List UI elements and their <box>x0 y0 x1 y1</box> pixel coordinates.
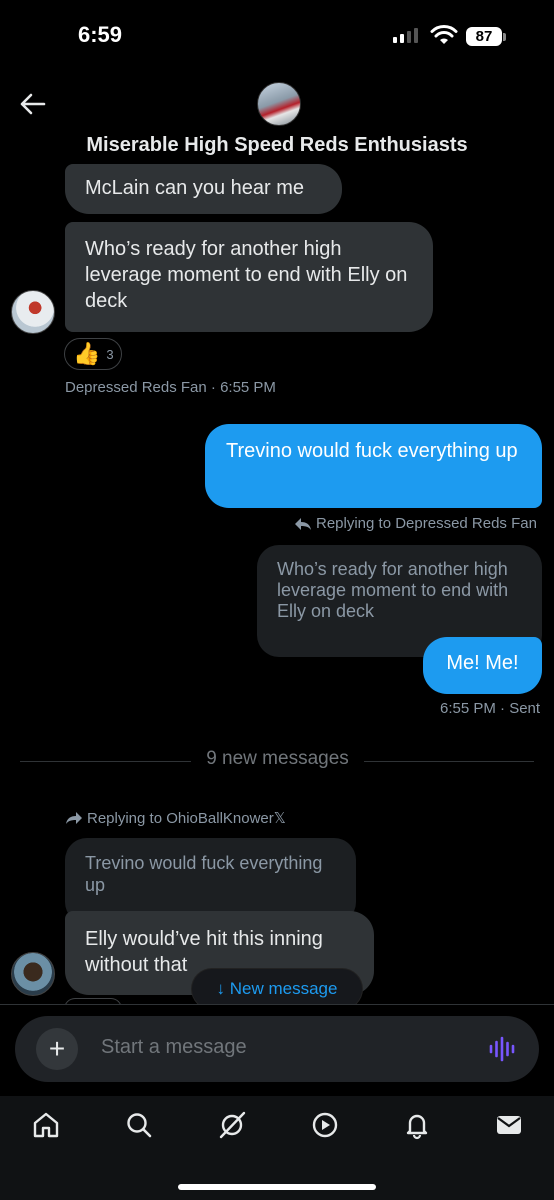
conversation-title[interactable]: Miserable High Speed Reds Enthusiasts <box>0 134 554 157</box>
wifi-icon <box>430 25 458 44</box>
reaction-badge[interactable]: 👍 3 <box>64 338 122 370</box>
new-messages-divider: 9 new messages <box>206 748 349 769</box>
divider-line <box>20 761 191 762</box>
reply-context: Replying to OhioBallKnower𝕏 <box>65 809 286 827</box>
new-message-button[interactable]: ↓ New message <box>192 969 362 1009</box>
notifications-icon[interactable] <box>400 1108 434 1142</box>
message-input[interactable]: Start a message <box>101 1036 247 1059</box>
reply-label: Replying to OhioBallKnower𝕏 <box>87 810 286 827</box>
cellular-signal-icon <box>393 28 418 43</box>
messages-icon[interactable] <box>492 1108 526 1142</box>
reply-icon <box>295 517 311 530</box>
message-meta: 6:55 PM · Sent <box>440 700 541 717</box>
battery-icon: 87 <box>466 27 502 46</box>
grok-icon[interactable] <box>215 1108 249 1142</box>
reaction-count: 3 <box>106 346 114 362</box>
thumbs-up-emoji: 👍 <box>73 341 101 366</box>
group-avatar[interactable] <box>257 82 301 126</box>
status-time: 6:59 <box>78 22 123 47</box>
sent-message-bubble[interactable]: Me! Me! <box>423 637 542 694</box>
message-bubble[interactable]: Who’s ready for another high leverage mo… <box>65 222 433 332</box>
reply-label: Replying to Depressed Reds Fan <box>316 515 537 532</box>
home-indicator <box>178 1184 376 1190</box>
back-arrow-icon[interactable] <box>18 92 46 116</box>
sent-message-bubble[interactable]: Trevino would fuck everything up <box>205 424 542 508</box>
reply-context: Replying to Depressed Reds Fan <box>294 515 537 532</box>
plus-icon[interactable]: + <box>36 1028 78 1070</box>
message-bubble[interactable]: McLain can you hear me <box>65 164 342 214</box>
avatar[interactable] <box>11 952 55 996</box>
battery-tip <box>503 33 506 41</box>
video-icon[interactable] <box>308 1108 342 1142</box>
reply-icon <box>66 812 82 824</box>
message-meta: Depressed Reds Fan · 6:55 PM <box>65 379 276 396</box>
avatar[interactable] <box>11 290 55 334</box>
new-message-label: ↓ New message <box>216 979 338 998</box>
home-icon[interactable] <box>29 1108 63 1142</box>
voice-message-icon[interactable] <box>488 1036 516 1062</box>
message-composer[interactable] <box>15 1016 539 1082</box>
search-icon[interactable] <box>122 1108 156 1142</box>
divider-line <box>364 761 534 762</box>
